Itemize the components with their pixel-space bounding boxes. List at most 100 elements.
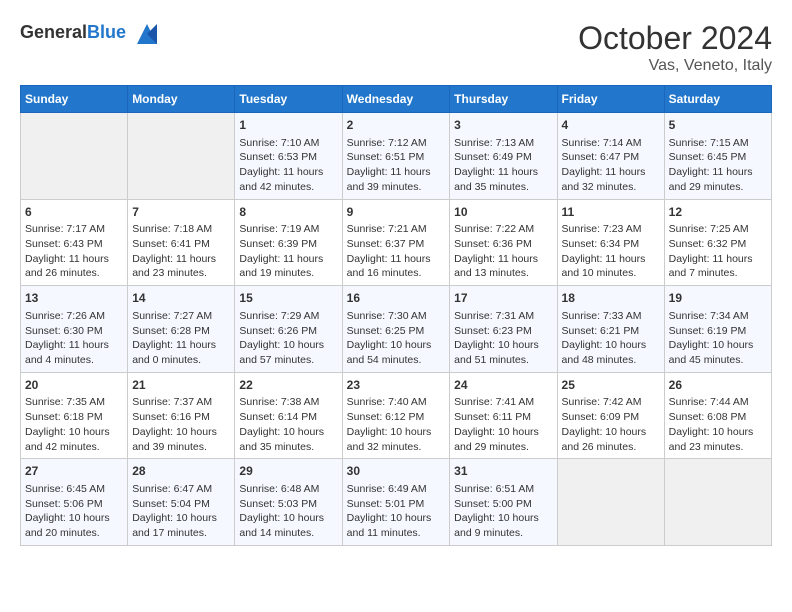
day-info: Sunrise: 7:40 AMSunset: 6:12 PMDaylight:…	[347, 395, 446, 454]
calendar-cell: 27 Sunrise: 6:45 AMSunset: 5:06 PMDayligh…	[21, 459, 128, 546]
day-info: Sunrise: 7:27 AMSunset: 6:28 PMDaylight:…	[132, 309, 230, 368]
day-number: 26	[669, 377, 767, 394]
calendar-week-row: 20Sunrise: 7:35 AMSunset: 6:18 PMDayligh…	[21, 372, 772, 459]
day-number: 24	[454, 377, 552, 394]
day-number: 7	[132, 204, 230, 221]
day-number: 20	[25, 377, 123, 394]
calendar-cell: 22Sunrise: 7:38 AMSunset: 6:14 PMDayligh…	[235, 372, 342, 459]
day-number: 11	[562, 204, 660, 221]
calendar-cell: 19 Sunrise: 7:34 AMSunset: 6:19 PMDayligh…	[664, 286, 771, 373]
calendar-cell: 15 Sunrise: 7:29 AMSunset: 6:26 PMDayligh…	[235, 286, 342, 373]
weekday-header-saturday: Saturday	[664, 86, 771, 113]
calendar-cell: 11Sunrise: 7:23 AMSunset: 6:34 PMDayligh…	[557, 199, 664, 286]
calendar-cell: 16Sunrise: 7:30 AMSunset: 6:25 PMDayligh…	[342, 286, 450, 373]
calendar-cell: 9Sunrise: 7:21 AMSunset: 6:37 PMDaylight…	[342, 199, 450, 286]
day-info: Sunrise: 6:47 AMSunset: 5:04 PMDaylight:…	[132, 482, 230, 541]
day-info: Sunrise: 6:51 AMSunset: 5:00 PMDaylight:…	[454, 482, 552, 541]
calendar-cell	[128, 113, 235, 200]
calendar-week-row: 27 Sunrise: 6:45 AMSunset: 5:06 PMDayligh…	[21, 459, 772, 546]
calendar-cell: 7Sunrise: 7:18 AMSunset: 6:41 PMDaylight…	[128, 199, 235, 286]
day-info: Sunrise: 7:29 AMSunset: 6:26 PMDaylight:…	[239, 309, 337, 368]
calendar-table: SundayMondayTuesdayWednesdayThursdayFrid…	[20, 85, 772, 546]
logo-blue: Blue	[87, 22, 126, 42]
calendar-cell: 20Sunrise: 7:35 AMSunset: 6:18 PMDayligh…	[21, 372, 128, 459]
calendar-cell: 18Sunrise: 7:33 AMSunset: 6:21 PMDayligh…	[557, 286, 664, 373]
day-number: 22	[239, 377, 337, 394]
day-number: 18	[562, 290, 660, 307]
calendar-cell: 6Sunrise: 7:17 AMSunset: 6:43 PMDaylight…	[21, 199, 128, 286]
calendar-cell: 24Sunrise: 7:41 AMSunset: 6:11 PMDayligh…	[450, 372, 557, 459]
day-info: Sunrise: 7:34 AMSunset: 6:19 PMDaylight:…	[669, 309, 767, 368]
page-header: GeneralBlue October 2024 Vas, Veneto, It…	[20, 20, 772, 75]
day-number: 6	[25, 204, 123, 221]
day-number: 19	[669, 290, 767, 307]
day-info: Sunrise: 7:35 AMSunset: 6:18 PMDaylight:…	[25, 395, 123, 454]
calendar-cell: 2Sunrise: 7:12 AMSunset: 6:51 PMDaylight…	[342, 113, 450, 200]
day-info: Sunrise: 7:30 AMSunset: 6:25 PMDaylight:…	[347, 309, 446, 368]
day-number: 9	[347, 204, 446, 221]
weekday-header-wednesday: Wednesday	[342, 86, 450, 113]
weekday-header-monday: Monday	[128, 86, 235, 113]
day-info: Sunrise: 6:45 AMSunset: 5:06 PMDaylight:…	[25, 482, 123, 541]
day-info: Sunrise: 7:18 AMSunset: 6:41 PMDaylight:…	[132, 222, 230, 281]
calendar-cell: 8Sunrise: 7:19 AMSunset: 6:39 PMDaylight…	[235, 199, 342, 286]
calendar-cell: 14Sunrise: 7:27 AMSunset: 6:28 PMDayligh…	[128, 286, 235, 373]
day-number: 27	[25, 463, 123, 480]
day-info: Sunrise: 7:44 AMSunset: 6:08 PMDaylight:…	[669, 395, 767, 454]
day-info: Sunrise: 6:48 AMSunset: 5:03 PMDaylight:…	[239, 482, 337, 541]
calendar-cell	[664, 459, 771, 546]
calendar-cell: 5 Sunrise: 7:15 AMSunset: 6:45 PMDaylight…	[664, 113, 771, 200]
day-number: 25	[562, 377, 660, 394]
day-info: Sunrise: 7:38 AMSunset: 6:14 PMDaylight:…	[239, 395, 337, 454]
day-number: 2	[347, 117, 446, 134]
weekday-header-thursday: Thursday	[450, 86, 557, 113]
day-info: Sunrise: 7:22 AMSunset: 6:36 PMDaylight:…	[454, 222, 552, 281]
day-number: 21	[132, 377, 230, 394]
calendar-cell: 17 Sunrise: 7:31 AMSunset: 6:23 PMDayligh…	[450, 286, 557, 373]
day-number: 12	[669, 204, 767, 221]
day-info: Sunrise: 7:13 AMSunset: 6:49 PMDaylight:…	[454, 136, 552, 195]
calendar-cell: 23Sunrise: 7:40 AMSunset: 6:12 PMDayligh…	[342, 372, 450, 459]
day-info: Sunrise: 7:41 AMSunset: 6:11 PMDaylight:…	[454, 395, 552, 454]
day-number: 3	[454, 117, 552, 134]
location-title: Vas, Veneto, Italy	[578, 57, 772, 75]
day-number: 31	[454, 463, 552, 480]
calendar-cell: 21Sunrise: 7:37 AMSunset: 6:16 PMDayligh…	[128, 372, 235, 459]
day-number: 30	[347, 463, 446, 480]
day-number: 23	[347, 377, 446, 394]
calendar-cell: 31 Sunrise: 6:51 AMSunset: 5:00 PMDayligh…	[450, 459, 557, 546]
day-number: 8	[239, 204, 337, 221]
calendar-cell: 4Sunrise: 7:14 AMSunset: 6:47 PMDaylight…	[557, 113, 664, 200]
calendar-cell	[21, 113, 128, 200]
day-number: 17	[454, 290, 552, 307]
calendar-week-row: 1Sunrise: 7:10 AMSunset: 6:53 PMDaylight…	[21, 113, 772, 200]
day-info: Sunrise: 7:31 AMSunset: 6:23 PMDaylight:…	[454, 309, 552, 368]
day-number: 29	[239, 463, 337, 480]
day-number: 13	[25, 290, 123, 307]
logo-icon	[133, 20, 161, 48]
day-info: Sunrise: 7:15 AMSunset: 6:45 PMDaylight:…	[669, 136, 767, 195]
logo-general: General	[20, 22, 87, 42]
day-info: Sunrise: 7:10 AMSunset: 6:53 PMDaylight:…	[239, 136, 337, 195]
calendar-cell: 3 Sunrise: 7:13 AMSunset: 6:49 PMDaylight…	[450, 113, 557, 200]
day-info: Sunrise: 7:23 AMSunset: 6:34 PMDaylight:…	[562, 222, 660, 281]
calendar-cell: 12Sunrise: 7:25 AMSunset: 6:32 PMDayligh…	[664, 199, 771, 286]
calendar-cell	[557, 459, 664, 546]
calendar-week-row: 6Sunrise: 7:17 AMSunset: 6:43 PMDaylight…	[21, 199, 772, 286]
day-info: Sunrise: 7:42 AMSunset: 6:09 PMDaylight:…	[562, 395, 660, 454]
day-number: 5	[669, 117, 767, 134]
day-info: Sunrise: 7:17 AMSunset: 6:43 PMDaylight:…	[25, 222, 123, 281]
logo: GeneralBlue	[20, 20, 161, 48]
day-info: Sunrise: 7:26 AMSunset: 6:30 PMDaylight:…	[25, 309, 123, 368]
day-number: 28	[132, 463, 230, 480]
weekday-header-sunday: Sunday	[21, 86, 128, 113]
title-block: October 2024 Vas, Veneto, Italy	[578, 20, 772, 75]
calendar-cell: 29 Sunrise: 6:48 AMSunset: 5:03 PMDayligh…	[235, 459, 342, 546]
calendar-cell: 25Sunrise: 7:42 AMSunset: 6:09 PMDayligh…	[557, 372, 664, 459]
day-number: 15	[239, 290, 337, 307]
weekday-header-friday: Friday	[557, 86, 664, 113]
calendar-cell: 10Sunrise: 7:22 AMSunset: 6:36 PMDayligh…	[450, 199, 557, 286]
day-info: Sunrise: 7:21 AMSunset: 6:37 PMDaylight:…	[347, 222, 446, 281]
calendar-cell: 1Sunrise: 7:10 AMSunset: 6:53 PMDaylight…	[235, 113, 342, 200]
calendar-cell: 13 Sunrise: 7:26 AMSunset: 6:30 PMDayligh…	[21, 286, 128, 373]
